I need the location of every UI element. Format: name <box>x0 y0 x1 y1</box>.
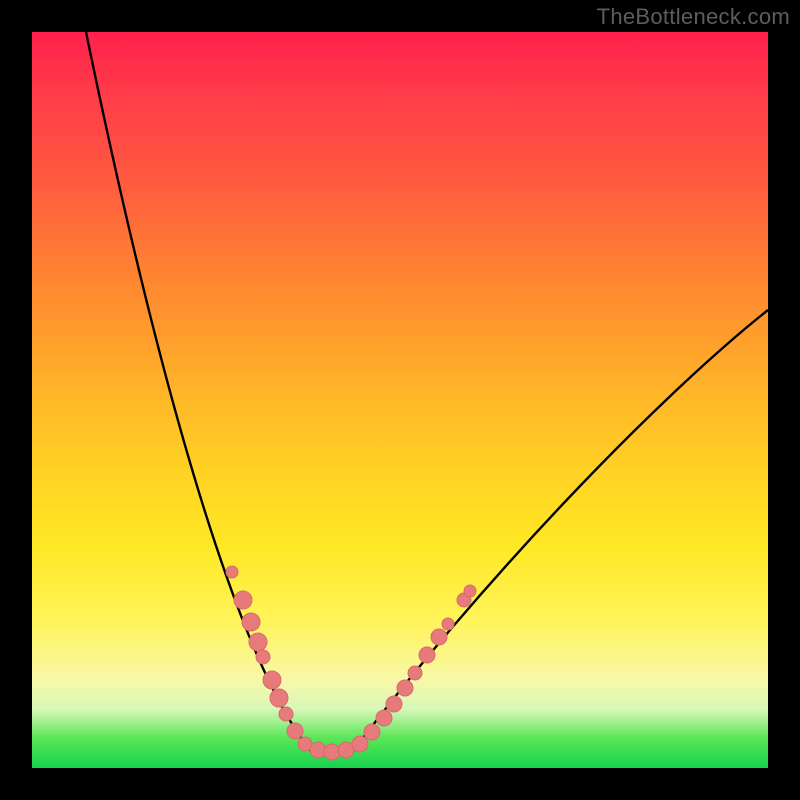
data-point <box>249 633 267 651</box>
data-point <box>287 723 303 739</box>
data-point <box>242 613 260 631</box>
data-point <box>279 707 293 721</box>
watermark-text: TheBottleneck.com <box>597 4 790 30</box>
data-point <box>442 618 454 630</box>
data-point <box>352 736 368 752</box>
data-point <box>263 671 281 689</box>
bottleneck-curve <box>32 32 768 768</box>
data-point <box>364 724 380 740</box>
data-point <box>256 650 270 664</box>
data-point <box>270 689 288 707</box>
data-point <box>431 629 447 645</box>
data-point <box>464 585 476 597</box>
data-point <box>419 647 435 663</box>
data-point <box>324 744 340 760</box>
data-point <box>234 591 252 609</box>
data-point <box>386 696 402 712</box>
data-point <box>408 666 422 680</box>
data-point <box>226 566 238 578</box>
curve-path <box>86 32 768 750</box>
chart-frame: TheBottleneck.com <box>0 0 800 800</box>
chart-plot-area <box>32 32 768 768</box>
data-point <box>397 680 413 696</box>
highlighted-points <box>226 566 476 760</box>
data-point <box>376 710 392 726</box>
data-point <box>310 742 326 758</box>
